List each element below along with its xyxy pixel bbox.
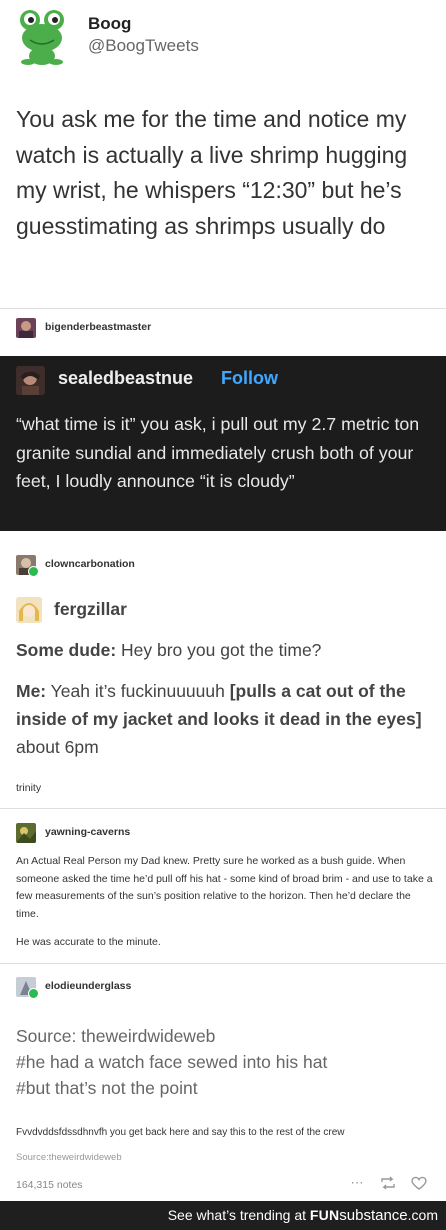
reblog-username[interactable]: yawning-caverns [45,826,130,838]
user-avatar-icon[interactable] [16,318,36,338]
banner-text: See what’s trending at FUNsubstance.com [168,1207,438,1224]
like-icon[interactable] [410,1175,428,1191]
post-username[interactable]: sealedbeastnue [58,368,193,389]
site-banner[interactable]: See what’s trending at FUNsubstance.com [0,1201,446,1230]
post-username[interactable]: fergzillar [54,599,127,620]
reblog-username[interactable]: clowncarbonation [45,558,135,570]
post-text: “what time is it” you ask, i pull out my… [16,414,420,491]
reply-text: Fvvdvddsfdssdhnvfh you get back here and… [16,1127,345,1138]
tag-line[interactable]: #he had a watch face sewed into his hat [16,1049,436,1075]
online-badge-icon [28,566,39,577]
reblog-text: He was accurate to the minute. [16,936,161,948]
brand-fun: FUN [309,1207,340,1223]
speaker-label: Some dude: [16,640,117,660]
divider [0,808,446,809]
banner-prefix: See what’s trending at [167,1207,310,1223]
divider [0,963,446,964]
speaker-label: Me: [16,681,47,701]
follow-button[interactable]: Follow [221,368,278,389]
dialogue-line: Some dude: Hey bro you got the time? [16,636,436,664]
source-link[interactable]: Source:theweirdwideweb [16,1152,122,1163]
notes-count[interactable]: 164,315 notes [16,1179,83,1191]
user-avatar-icon[interactable] [16,823,36,843]
reblog-text: An Actual Real Person my Dad knew. Prett… [16,855,433,920]
brand-substance: substance [339,1207,408,1224]
frog-avatar-icon[interactable] [16,8,68,66]
divider [0,308,446,309]
tweet-author-handle[interactable]: @BoogTweets [88,36,199,56]
dark-post: sealedbeastnue Follow “what time is it” … [0,356,446,531]
source-line: Source: theweirdwideweb [16,1026,216,1046]
dialogue-text: about 6pm [16,737,99,757]
brand-com: .com [407,1207,438,1223]
more-icon[interactable]: ⋯ [348,1175,366,1191]
tweet-author-name[interactable]: Boog [88,14,131,34]
reblog-icon[interactable] [379,1175,397,1191]
tag-line[interactable]: #but that’s not the point [16,1075,436,1101]
user-avatar-icon[interactable] [16,597,42,623]
dialogue-text: Hey bro you got the time? [116,640,322,660]
tweet-card: Boog @BoogTweets You ask me for the time… [0,0,446,308]
tweet-text: You ask me for the time and notice my wa… [16,106,408,239]
online-badge-icon [28,988,39,999]
user-avatar-icon[interactable] [16,366,45,395]
source-block: Source: theweirdwideweb #he had a watch … [16,1023,436,1101]
reblog-username[interactable]: elodieunderglass [45,980,131,992]
reblog-username[interactable]: bigenderbeastmaster [45,321,151,333]
dialogue-text: Yeah it’s fuckinuuuuuh [46,681,230,701]
reblog-comment: trinity [16,782,42,794]
dialogue-line: Me: Yeah it’s fuckinuuuuuh [pulls a cat … [16,677,436,761]
